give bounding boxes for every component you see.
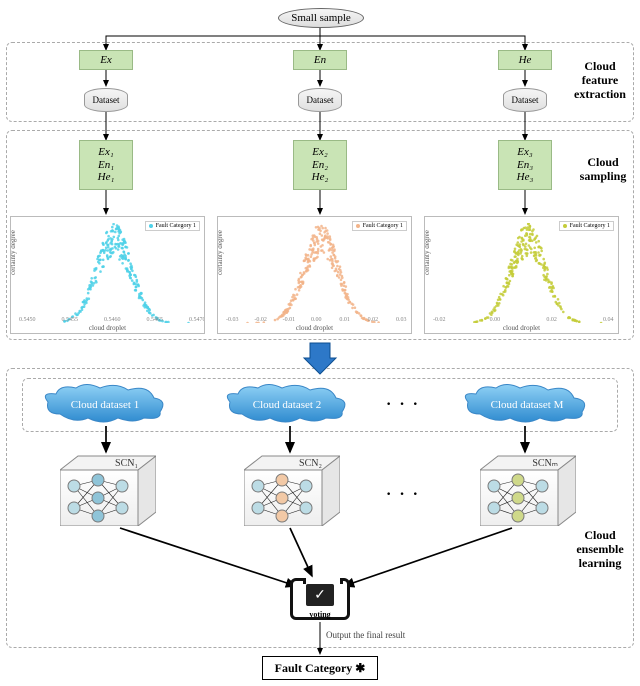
scatter-chart-3: certainty degree cloud droplet Fault Cat…: [424, 216, 619, 334]
check-icon: ✓: [306, 584, 334, 606]
sampling-box-3: Ex₃En₃He₃: [498, 140, 552, 190]
dataset-3: Dataset: [503, 88, 547, 112]
label-feature-extraction: Cloud feature extraction: [565, 55, 635, 107]
sampling-box-2: Ex₂En₂He₂: [293, 140, 347, 190]
cloud-2-icon: Cloud dataset 2: [222, 384, 352, 424]
cloud-m-label: Cloud dataset M: [491, 399, 564, 411]
small-sample-label: Small sample: [291, 12, 351, 24]
cloud-1-icon: Cloud dataset 1: [40, 384, 170, 424]
scn-cube-2: SCN₂: [244, 452, 340, 529]
svg-text:SCN₂: SCN₂: [299, 458, 322, 469]
feature-en: En: [293, 50, 347, 70]
label-ensemble: Cloud ensemble learning: [562, 520, 638, 580]
cloud-2-label: Cloud dataset 2: [253, 399, 321, 411]
dataset-2: Dataset: [298, 88, 342, 112]
scn-cube-m: SCNₘ: [480, 452, 576, 529]
ellipsis-clouds: · · ·: [386, 396, 420, 414]
label-sampling: Cloud sampling: [570, 150, 636, 190]
scatter-chart-2: certainty degree cloud droplet Fault Cat…: [217, 216, 412, 334]
dataset-1: Dataset: [84, 88, 128, 112]
cloud-m-icon: Cloud dataset M: [460, 384, 594, 424]
voting-box: ✓ voting: [290, 578, 350, 620]
ellipsis-scn: · · ·: [386, 486, 420, 504]
svg-text:SCNₘ: SCNₘ: [532, 458, 558, 469]
svg-text:SCN₁: SCN₁: [115, 458, 138, 469]
feature-ex: Ex: [79, 50, 133, 70]
voting-label: voting: [293, 610, 347, 619]
final-category: Fault Category ✱: [262, 656, 378, 680]
feature-he: He: [498, 50, 552, 70]
output-text: Output the final result: [326, 630, 405, 640]
scn-cube-1: SCN₁: [60, 452, 156, 529]
sampling-box-1: Ex₁En₁He₁: [79, 140, 133, 190]
scatter-chart-1: certainty degree cloud droplet Fault Cat…: [10, 216, 205, 334]
cloud-1-label: Cloud dataset 1: [71, 399, 139, 411]
small-sample-node: Small sample: [278, 8, 364, 28]
